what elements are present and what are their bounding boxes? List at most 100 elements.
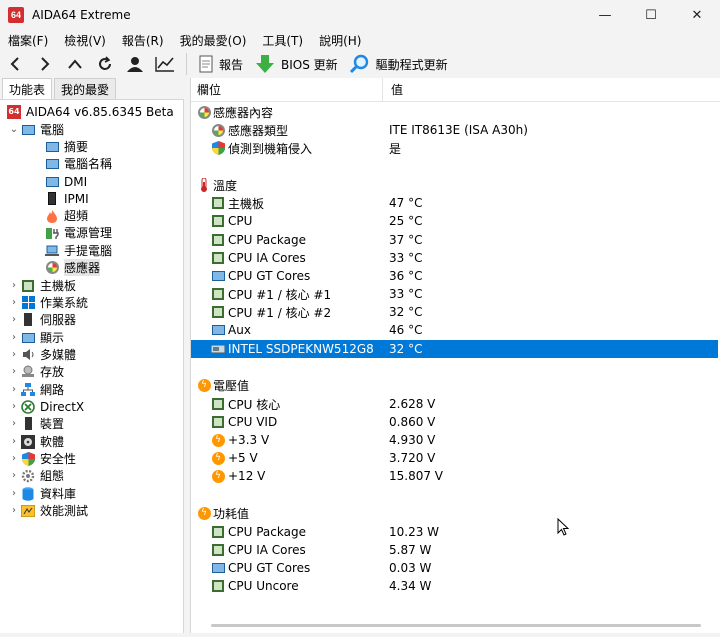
tab-menu[interactable]: 功能表 (2, 78, 53, 99)
storage-icon (20, 365, 36, 379)
table-row[interactable]: CPU IA Cores 5.87 W (191, 541, 718, 559)
table-row[interactable]: CPU Uncore 4.34 W (191, 577, 718, 595)
field-name: CPU Uncore (228, 579, 299, 593)
tree-item-directx[interactable]: › DirectX (8, 398, 84, 415)
table-row[interactable]: CPU GT Cores 0.03 W (191, 559, 718, 577)
section-header-voltage[interactable]: ϟ 電壓值 (191, 376, 718, 394)
table-row[interactable]: CPU VID 0.860 V (191, 413, 718, 431)
maximize-button[interactable]: ☐ (628, 0, 674, 30)
table-row[interactable]: ϟ +12 V 15.807 V (191, 467, 718, 485)
chevron-right-icon[interactable]: › (8, 401, 20, 412)
table-row[interactable]: 感應器類型 ITE IT8613E (ISA A30h) (191, 121, 718, 139)
tree-item-motherboard[interactable]: › 主機板 (8, 277, 76, 294)
tree-item-os[interactable]: › 作業系統 (8, 294, 88, 311)
menu-help[interactable]: 說明(H) (311, 32, 369, 49)
tree-item-database[interactable]: › 資料庫 (8, 485, 76, 502)
table-row[interactable]: 偵測到機箱侵入 是 (191, 139, 718, 157)
user-button[interactable] (120, 51, 150, 77)
menu-report[interactable]: 報告(R) (114, 32, 172, 49)
column-value-header[interactable]: 值 (383, 81, 403, 98)
table-row[interactable]: CPU IA Cores 33 °C (191, 249, 718, 267)
section-header-temperature[interactable]: 溫度 (191, 176, 718, 194)
table-row[interactable]: Aux 46 °C (191, 321, 718, 339)
chevron-right-icon[interactable]: › (8, 505, 20, 516)
chevron-right-icon[interactable]: › (8, 314, 20, 325)
table-row[interactable]: ϟ +3.3 V 4.930 V (191, 431, 718, 449)
tree-item-sensor[interactable]: 感應器 (44, 259, 101, 276)
section-header-power[interactable]: ϟ 功耗值 (191, 504, 718, 522)
tree-item-computer-name[interactable]: 電腦名稱 (44, 155, 112, 172)
chevron-right-icon[interactable]: › (8, 418, 20, 429)
forward-button[interactable] (30, 51, 60, 77)
tree-item-power-management[interactable]: 電源管理 (44, 224, 112, 241)
bios-update-label: BIOS 更新 (281, 57, 338, 72)
report-button[interactable]: 報告 (193, 51, 249, 77)
table-row[interactable]: CPU Package 37 °C (191, 231, 718, 249)
table-row[interactable]: 主機板 47 °C (191, 194, 718, 212)
chevron-right-icon[interactable]: › (8, 332, 20, 343)
chevron-right-icon[interactable]: › (8, 384, 20, 395)
menu-tools[interactable]: 工具(T) (254, 32, 311, 49)
chevron-right-icon[interactable]: › (8, 280, 20, 291)
monitor-icon (211, 561, 225, 575)
chevron-right-icon[interactable]: › (8, 453, 20, 464)
shield-icon (20, 451, 36, 466)
chevron-right-icon[interactable]: › (8, 470, 20, 481)
refresh-button[interactable] (90, 51, 120, 77)
horizontal-scrollbar[interactable] (211, 624, 701, 627)
tree-item-multimedia[interactable]: › 多媒體 (8, 346, 76, 363)
cpu-chip-icon (211, 543, 225, 557)
tree-item-dmi[interactable]: DMI (44, 173, 87, 190)
chevron-down-icon[interactable]: ⌄ (8, 124, 20, 135)
tree-item-label: 顯示 (40, 331, 65, 345)
tree-item-benchmark[interactable]: › 效能測試 (8, 502, 88, 519)
tree-item-laptop[interactable]: 手提電腦 (44, 242, 112, 259)
tree-item-devices[interactable]: › 裝置 (8, 415, 64, 432)
field-name: CPU GT Cores (228, 269, 311, 283)
section-header-sensor[interactable]: 感應器內容 (191, 103, 718, 121)
table-row-selected[interactable]: INTEL SSDPEKNW512G8 32 °C (191, 340, 718, 358)
chevron-right-icon[interactable]: › (8, 349, 20, 360)
tree-item-root[interactable]: 64 AIDA64 v6.85.6345 Beta (6, 103, 174, 120)
tree-item-storage[interactable]: › 存放 (8, 363, 64, 380)
table-row[interactable]: CPU #1 / 核心 #2 32 °C (191, 303, 718, 321)
tab-favorites[interactable]: 我的最愛 (54, 78, 117, 99)
lightning-icon: ϟ (211, 469, 225, 483)
table-row[interactable]: CPU 核心 2.628 V (191, 395, 718, 413)
table-row[interactable]: CPU #1 / 核心 #1 33 °C (191, 285, 718, 303)
menu-view[interactable]: 檢視(V) (56, 32, 114, 49)
tree-item-label: 電源管理 (64, 226, 113, 240)
chevron-right-icon[interactable]: › (8, 436, 20, 447)
column-field-header[interactable]: 欄位 (191, 77, 383, 102)
table-row[interactable]: CPU Package 10.23 W (191, 523, 718, 541)
menu-file[interactable]: 檔案(F) (0, 32, 56, 49)
tree-item-overclock[interactable]: 超頻 (44, 207, 88, 224)
chart-button[interactable] (150, 51, 180, 77)
up-button[interactable] (60, 51, 90, 77)
menu-favorites[interactable]: 我的最愛(O) (172, 32, 255, 49)
close-button[interactable]: ✕ (674, 0, 720, 30)
tree-item-config[interactable]: › 組態 (8, 467, 64, 484)
table-row[interactable]: CPU GT Cores 36 °C (191, 267, 718, 285)
tree-item-label: 伺服器 (40, 313, 77, 327)
tree-item-server[interactable]: › 伺服器 (8, 311, 76, 328)
network-icon (20, 383, 36, 397)
chevron-right-icon[interactable]: › (8, 297, 20, 308)
field-value: 37 °C (389, 233, 423, 247)
tree-item-summary[interactable]: 摘要 (44, 138, 88, 155)
back-button[interactable] (0, 51, 30, 77)
chevron-right-icon[interactable]: › (8, 488, 20, 499)
tree-item-network[interactable]: › 網路 (8, 381, 64, 398)
tree-item-ipmi[interactable]: IPMI (44, 190, 89, 207)
minimize-button[interactable]: — (582, 0, 628, 30)
chevron-right-icon[interactable]: › (8, 366, 20, 377)
tree-item-display[interactable]: › 顯示 (8, 329, 64, 346)
tree-item-software[interactable]: › 軟體 (8, 433, 64, 450)
table-row[interactable]: CPU 25 °C (191, 212, 718, 230)
driver-update-button[interactable]: 驅動程式更新 (344, 51, 454, 77)
bios-update-button[interactable]: BIOS 更新 (249, 51, 344, 77)
table-row[interactable]: ϟ +5 V 3.720 V (191, 449, 718, 467)
tree-item-computer[interactable]: ⌄ 電腦 (8, 121, 64, 138)
tree-item-security[interactable]: › 安全性 (8, 450, 76, 467)
lightning-icon: ϟ (197, 378, 211, 392)
